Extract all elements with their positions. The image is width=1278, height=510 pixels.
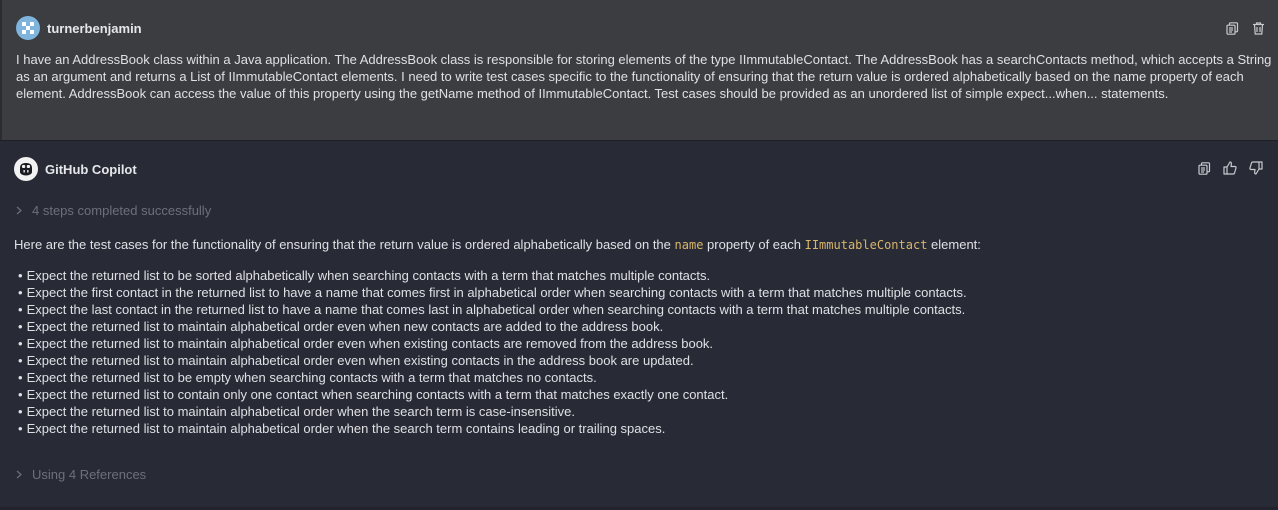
list-item: Expect the returned list to maintain alp…: [18, 335, 967, 352]
intro-text-middle: property of each: [703, 237, 805, 252]
inline-code-iimmutablecontact: IImmutableContact: [804, 238, 928, 252]
steps-completed-toggle[interactable]: 4 steps completed successfully: [16, 203, 211, 218]
list-item: Expect the returned list to maintain alp…: [18, 420, 967, 437]
steps-completed-label: 4 steps completed successfully: [32, 203, 212, 218]
list-item: Expect the returned list to maintain alp…: [18, 352, 967, 369]
thumbs-up-icon[interactable]: [1223, 161, 1237, 175]
intro-text-after: element:: [927, 237, 981, 252]
thumbs-down-icon[interactable]: [1249, 161, 1263, 175]
bot-message: GitHub Copilot 4 steps completed success…: [0, 141, 1278, 510]
bot-name: GitHub Copilot: [45, 161, 137, 177]
response-intro: Here are the test cases for the function…: [14, 237, 981, 252]
references-toggle[interactable]: Using 4 References: [16, 467, 146, 482]
intro-text-before: Here are the test cases for the function…: [14, 237, 675, 252]
list-item: Expect the first contact in the returned…: [18, 284, 967, 301]
user-message-text: I have an AddressBook class within a Jav…: [16, 52, 1272, 101]
trash-icon[interactable]: [1251, 21, 1265, 35]
bot-header: GitHub Copilot: [14, 157, 137, 181]
copilot-icon: [20, 163, 32, 176]
bot-avatar: [14, 157, 38, 181]
username: turnerbenjamin: [47, 20, 142, 36]
bot-message-actions: [1197, 161, 1263, 175]
list-item: Expect the returned list to maintain alp…: [18, 403, 967, 420]
list-item: Expect the last contact in the returned …: [18, 301, 967, 318]
chevron-right-icon: [16, 206, 22, 215]
user-header: turnerbenjamin: [16, 16, 142, 40]
chevron-right-icon: [16, 470, 22, 479]
list-item: Expect the returned list to maintain alp…: [18, 318, 967, 335]
user-message-actions: [1225, 21, 1265, 35]
copy-icon[interactable]: [1197, 161, 1211, 175]
list-item: Expect the returned list to contain only…: [18, 386, 967, 403]
list-item: Expect the returned list to be sorted al…: [18, 267, 967, 284]
list-item: Expect the returned list to be empty whe…: [18, 369, 967, 386]
copy-icon[interactable]: [1225, 21, 1239, 35]
avatar-identicon-icon: [22, 22, 34, 34]
inline-code-name: name: [674, 238, 704, 252]
user-avatar: [16, 16, 40, 40]
user-message: turnerbenjamin I have an AddressBook cla…: [0, 0, 1278, 140]
test-case-list: Expect the returned list to be sorted al…: [18, 267, 967, 437]
references-label: Using 4 References: [32, 467, 147, 482]
